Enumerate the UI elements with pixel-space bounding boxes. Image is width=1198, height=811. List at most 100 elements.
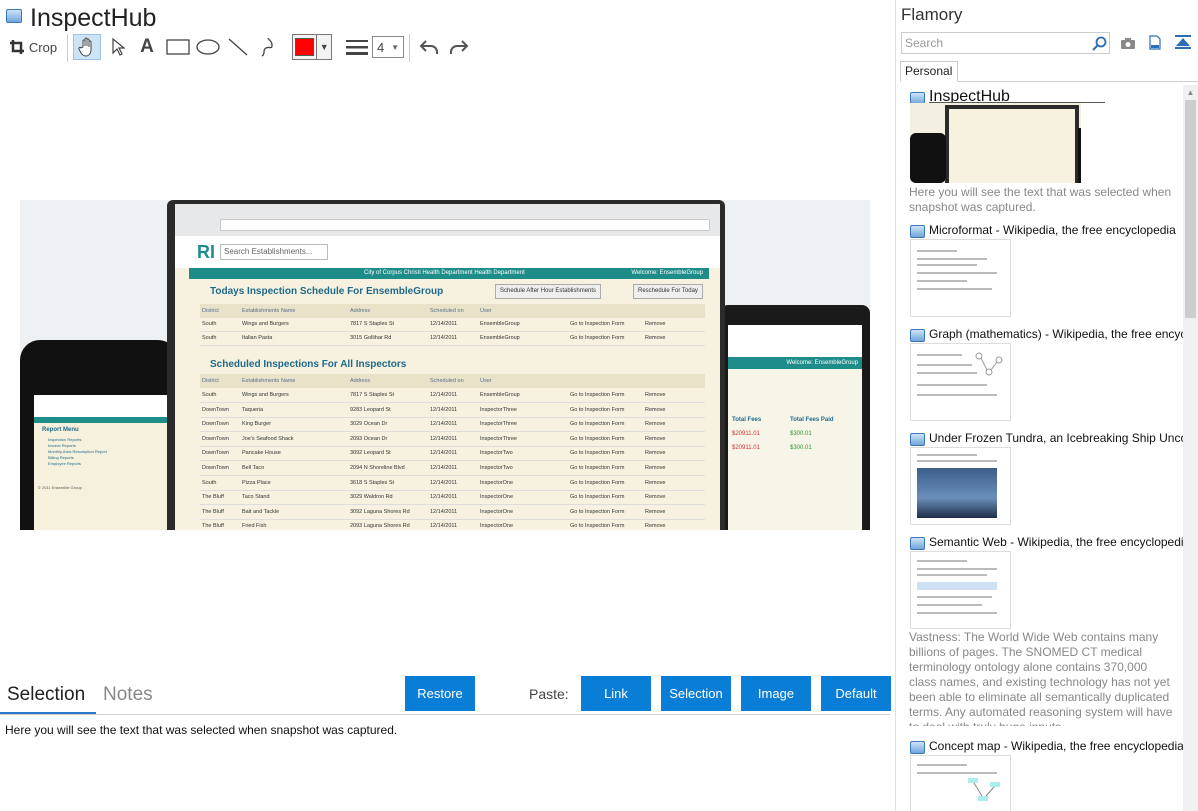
crop-icon — [9, 39, 25, 55]
table-cell: 2094 N Shoreline Blvd — [350, 465, 405, 471]
app-icon — [6, 9, 22, 23]
scroll-up-icon[interactable]: ▲ — [1183, 85, 1198, 100]
collapse-icon[interactable] — [1175, 35, 1191, 55]
redo-icon — [448, 38, 470, 56]
table-row: South Wings and Burgers 7817 S Staples St 1… — [200, 388, 705, 403]
reschedule-button: Reschedule For Today — [633, 284, 703, 299]
remove-link: Remove — [645, 494, 666, 501]
line-width-value: 4 — [377, 39, 385, 55]
phone-menu-list: Inspection Reports Invoice Reports Month… — [48, 437, 107, 467]
list-item[interactable]: Under Frozen Tundra, an Icebreaking Ship… — [900, 429, 1183, 529]
webapp-search: Search Establishments... — [220, 244, 328, 260]
selection-text[interactable]: Here you will see the text that was sele… — [5, 723, 397, 737]
table-row: The Bluff Fried Fish 2093 Laguna Shores Rd… — [200, 519, 705, 530]
table-cell: 12/14/2011 — [430, 421, 458, 428]
table-cell: 12/14/2011 — [430, 406, 458, 413]
line-width-button[interactable] — [344, 34, 370, 60]
item-thumbnail — [910, 447, 1011, 525]
table-cell: InspectorTwo — [480, 450, 513, 457]
table-cell: 12/14/2011 — [430, 392, 458, 398]
table-cell: EnsembleGroup — [480, 392, 520, 398]
line-tool-button[interactable] — [224, 34, 252, 60]
crop-button[interactable]: Crop — [6, 34, 60, 60]
table-cell: DownTown — [202, 406, 229, 413]
today-schedule-title: Todays Inspection Schedule For EnsembleG… — [210, 286, 444, 297]
phone-menu-title: Report Menu — [42, 427, 79, 433]
camera-icon[interactable] — [1121, 36, 1135, 54]
tablet-mockup: Welcome: EnsembleGroup Total Fees Total … — [720, 305, 870, 530]
table-cell: 12/14/2011 — [430, 435, 458, 442]
document-icon[interactable] — [1149, 35, 1161, 55]
go-to-form-link: Go to Inspection Form — [570, 421, 625, 428]
go-to-form-link: Go to Inspection Form — [570, 406, 625, 413]
list-item[interactable]: InspectHub Here you will see the text th… — [900, 88, 1183, 218]
go-to-form-link: Go to Inspection Form — [570, 392, 625, 398]
item-title: Under Frozen Tundra, an Icebreaking Ship… — [929, 431, 1183, 445]
tablet-screen: Welcome: EnsembleGroup Total Fees Total … — [728, 325, 862, 530]
color-picker[interactable]: ▼ — [292, 34, 332, 60]
table-cell: DownTown — [202, 421, 229, 428]
table-header: District Establishments Name Address Sch… — [200, 304, 705, 318]
freehand-tool-button[interactable] — [254, 34, 282, 60]
ellipse-tool-button[interactable] — [194, 34, 222, 60]
table-cell: 9283 Leopard St — [350, 406, 391, 413]
item-description: Here you will see the text that was sele… — [909, 185, 1172, 214]
sidebar-search-input[interactable]: Search — [901, 32, 1110, 54]
tablet-col2: Total Fees Paid — [790, 417, 834, 423]
text-a-icon: A — [140, 36, 154, 57]
table-row: The Bluff Bait and Tackle 3092 Laguna Shor… — [200, 505, 705, 520]
paste-default-button[interactable]: Default — [821, 676, 891, 711]
snapshot-icon — [910, 329, 925, 342]
line-width-select[interactable]: 4 ▼ — [372, 36, 404, 58]
item-thumbnail — [910, 103, 1081, 183]
go-to-form-link: Go to Inspection Form — [570, 523, 625, 530]
table-cell: The Bluff — [202, 508, 224, 515]
search-icon[interactable] — [1091, 36, 1107, 57]
table-cell: Taqueria — [242, 406, 264, 413]
all-schedule-title: Scheduled Inspections For All Inspectors — [210, 359, 407, 370]
ellipse-icon — [196, 39, 220, 55]
table-row: DownTown Pancake House 3092 Leopard St 12/1… — [200, 446, 705, 462]
tablet-col1: Total Fees — [732, 417, 762, 423]
table-cell: 2093 Ocean Dr — [350, 435, 388, 442]
hand-tool-button[interactable] — [73, 34, 101, 60]
scrollbar-thumb[interactable] — [1185, 100, 1196, 318]
hand-icon — [78, 37, 96, 57]
item-thumbnail — [910, 551, 1011, 629]
list-item[interactable]: Microformat - Wikipedia, the free encycl… — [900, 221, 1183, 321]
tab-personal[interactable]: Personal — [900, 61, 958, 82]
table-row: South Wings and Burgers 7817 S Staples St 1… — [200, 317, 705, 332]
tab-selection[interactable]: Selection — [7, 684, 85, 706]
table-header: District Establishments Name Address Schedu… — [200, 374, 705, 388]
table-cell: Bell Taco — [242, 465, 265, 471]
go-to-form-link: Go to Inspection Form — [570, 494, 625, 501]
remove-link: Remove — [645, 523, 666, 530]
remove-link: Remove — [645, 392, 666, 398]
go-to-form-link: Go to Inspection Form — [570, 435, 625, 442]
go-to-form-link: Go to Inspection Form — [570, 479, 625, 486]
pointer-tool-button[interactable] — [106, 34, 130, 60]
restore-button[interactable]: Restore — [405, 676, 475, 711]
webapp-banner: City of Corpus Christi Health Department… — [189, 268, 709, 279]
text-tool-button[interactable]: A — [135, 34, 159, 60]
pane-divider[interactable] — [895, 0, 896, 811]
toolbar: Crop A ▼ 4 ▼ — [0, 32, 895, 64]
paste-selection-button[interactable]: Selection — [661, 676, 731, 711]
remove-link: Remove — [645, 406, 666, 413]
paste-link-button[interactable]: Link — [581, 676, 651, 711]
undo-button[interactable] — [415, 34, 443, 60]
tab-notes[interactable]: Notes — [103, 684, 153, 706]
tablet-cell: $20911.01 — [732, 445, 760, 451]
list-item[interactable]: Semantic Web - Wikipedia, the free encyc… — [900, 533, 1183, 733]
paste-image-button[interactable]: Image — [741, 676, 811, 711]
redo-button[interactable] — [445, 34, 473, 60]
table-cell: The Bluff — [202, 523, 224, 530]
table-row: South Pizza Place 3618 S Staples St 12/14/2… — [200, 476, 705, 491]
go-to-form-link: Go to Inspection Form — [570, 465, 625, 471]
list-item[interactable]: Concept map - Wikipedia, the free encycl… — [900, 737, 1183, 811]
table-cell: 3029 Ocean Dr — [350, 421, 388, 428]
table-cell: Joe's Seafood Shack — [242, 435, 294, 442]
rectangle-tool-button[interactable] — [164, 34, 192, 60]
list-item[interactable]: Graph (mathematics) - Wikipedia, the fre… — [900, 325, 1183, 425]
table-cell: The Bluff — [202, 494, 224, 501]
